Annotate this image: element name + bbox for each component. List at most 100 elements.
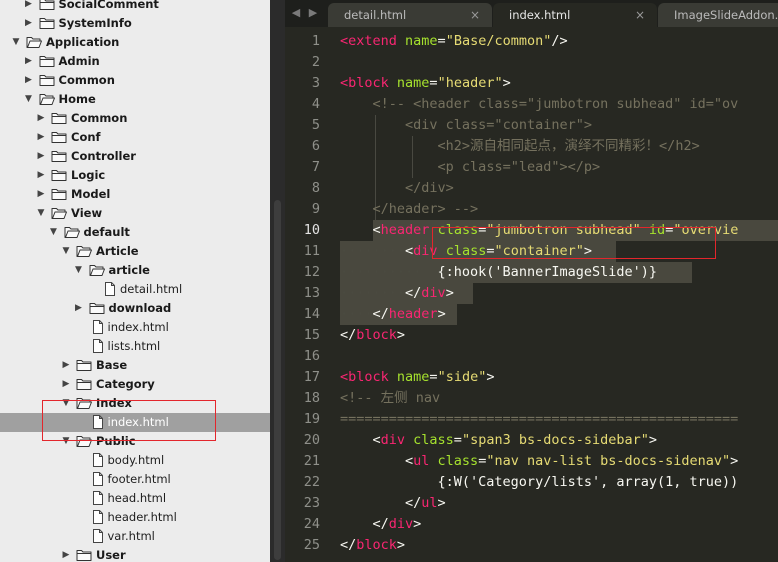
file-tree-folder[interactable]: ▶ Controller (0, 147, 270, 166)
file-tree-folder[interactable]: ▶ Category (0, 375, 270, 394)
code-token: = (429, 369, 438, 385)
file-tree-folder[interactable]: ▶ SocialComment (0, 0, 270, 14)
file-tree-file[interactable]: var.html (0, 527, 270, 546)
file-tree-file[interactable]: header.html (0, 508, 270, 527)
code-line[interactable]: <p class="lead"></p> (340, 157, 601, 178)
close-tab-icon[interactable]: × (470, 3, 480, 27)
file-tree-folder[interactable]: ▶ Common (0, 71, 270, 90)
code-token: class (413, 432, 454, 448)
folder-icon (51, 113, 67, 124)
tree-item-label: var.html (107, 529, 155, 543)
disclosure-closed-icon[interactable]: ▶ (35, 166, 47, 185)
code-token: > (445, 285, 454, 301)
code-token: {:W('Category/lists', array(1, true)) (340, 474, 739, 490)
disclosure-closed-icon[interactable]: ▶ (35, 147, 47, 166)
disclosure-closed-icon[interactable]: ▶ (35, 185, 47, 204)
file-tree-folder[interactable]: ▶ Logic (0, 166, 270, 185)
sidebar-scrollbar[interactable] (270, 0, 285, 562)
file-tree-file[interactable]: index.html (0, 318, 270, 337)
disclosure-open-icon[interactable]: ▼ (10, 33, 22, 52)
file-tree-file[interactable]: footer.html (0, 470, 270, 489)
file-tree-folder[interactable]: ▶ Admin (0, 52, 270, 71)
file-tree-folder[interactable]: ▶ SystemInfo (0, 14, 270, 33)
disclosure-open-icon[interactable]: ▼ (35, 204, 47, 223)
editor-tab[interactable]: index.html × (493, 3, 657, 27)
file-tree-sidebar: ▶ SocialComment ▶ SystemInfo ▼ Application ▶ Ad… (0, 0, 270, 562)
code-line[interactable]: <ul class="nav nav-list bs-docs-sidenav"… (340, 451, 738, 472)
code-line[interactable]: <block name="side"> (340, 367, 494, 388)
disclosure-closed-icon[interactable]: ▶ (23, 71, 35, 90)
forward-arrow-icon[interactable]: ▶ (306, 3, 320, 23)
tree-item-label: index.html (107, 320, 169, 334)
file-icon (92, 339, 103, 353)
code-line[interactable]: ········</div> (340, 283, 454, 304)
file-tree-file[interactable]: head.html (0, 489, 270, 508)
code-line[interactable]: <h2>源自相同起点，演绎不同精彩！</h2> (340, 136, 700, 157)
disclosure-closed-icon[interactable]: ▶ (60, 546, 72, 562)
file-tree-folder[interactable]: ▼ article (0, 261, 270, 280)
code-line[interactable]: ····</header> (340, 304, 446, 325)
disclosure-open-icon[interactable]: ▼ (73, 261, 85, 280)
disclosure-open-icon[interactable]: ▼ (48, 223, 60, 242)
file-tree-folder[interactable]: ▶ Conf (0, 128, 270, 147)
disclosure-closed-icon[interactable]: ▶ (60, 375, 72, 394)
editor-tab[interactable]: ImageSlideAddon.cla (658, 3, 778, 27)
file-icon (92, 510, 103, 524)
folder-open-icon (51, 208, 67, 219)
tree-item-label: Common (58, 73, 115, 87)
code-line[interactable]: <!-- <header class="jumbotron subhead" i… (340, 94, 739, 115)
disclosure-closed-icon[interactable]: ▶ (73, 299, 85, 318)
code-line[interactable]: </block> (340, 325, 405, 346)
folder-icon (39, 56, 54, 67)
file-tree-folder[interactable]: ▼ Article (0, 242, 270, 261)
file-tree-file[interactable]: body.html (0, 451, 270, 470)
scrollbar-thumb[interactable] (274, 200, 281, 560)
code-line[interactable]: <!-- 左侧 nav (340, 388, 440, 409)
disclosure-closed-icon[interactable]: ▶ (23, 14, 35, 33)
back-arrow-icon[interactable]: ◀ (289, 3, 303, 23)
file-tree-folder[interactable]: ▶ Model (0, 185, 270, 204)
folder-icon-wrap (39, 92, 55, 109)
disclosure-closed-icon[interactable]: ▶ (23, 52, 35, 71)
file-tree-folder[interactable]: ▶ download (0, 299, 270, 318)
disclosure-open-icon[interactable]: ▼ (60, 242, 72, 261)
code-line[interactable]: </block> (340, 535, 405, 556)
code-line[interactable]: </div> (340, 178, 454, 199)
file-tree-file[interactable]: detail.html (0, 280, 270, 299)
disclosure-closed-icon[interactable]: ▶ (35, 128, 47, 147)
file-tree-folder[interactable]: ▼ default (0, 223, 270, 242)
file-tree-folder[interactable]: ▼ Home (0, 90, 270, 109)
line-number: 12 (303, 264, 320, 280)
folder-icon-wrap (89, 263, 105, 280)
file-tree-folder[interactable]: ▶ Base (0, 356, 270, 375)
disclosure-closed-icon[interactable]: ▶ (60, 356, 72, 375)
file-tree-folder[interactable]: ▼ View (0, 204, 270, 223)
code-token: ul (421, 495, 438, 511)
disclosure-closed-icon[interactable]: ▶ (35, 109, 47, 128)
folder-icon-wrap (26, 35, 42, 52)
code-line[interactable]: <div class="container"> (340, 115, 592, 136)
code-line[interactable]: <div class="span3 bs-docs-sidebar"> (340, 430, 658, 451)
file-tree-folder[interactable]: ▶ User (0, 546, 270, 562)
editor-tab[interactable]: detail.html × (328, 3, 492, 27)
code-line[interactable]: ·········· {:hook('BannerImageSlide')} (340, 262, 657, 283)
file-tree-folder[interactable]: ▼ Application (0, 33, 270, 52)
folder-icon-wrap (76, 358, 92, 375)
code-line[interactable]: <block name="header"> (340, 73, 511, 94)
code-token: = (453, 432, 462, 448)
code-line[interactable]: </header> --> (340, 199, 479, 220)
line-number: 23 (303, 495, 320, 511)
file-tree-file[interactable]: lists.html (0, 337, 270, 356)
disclosure-closed-icon[interactable]: ▶ (23, 0, 35, 14)
code-line[interactable]: ========================================… (340, 409, 738, 430)
code-line[interactable]: </ul> (340, 493, 446, 514)
close-tab-icon[interactable]: × (635, 3, 645, 27)
code-area[interactable]: 1 <extend name="Base/common"/> 2 3 <block na… (285, 31, 778, 562)
code-line[interactable]: </div> (340, 514, 422, 535)
file-tree-folder[interactable]: ▶ Common (0, 109, 270, 128)
code-line[interactable]: <extend name="Base/common"/> (340, 31, 568, 52)
code-token: </ (340, 495, 422, 511)
disclosure-open-icon[interactable]: ▼ (23, 90, 35, 109)
code-line[interactable]: {:W('Category/lists', array(1, true)) (340, 472, 739, 493)
